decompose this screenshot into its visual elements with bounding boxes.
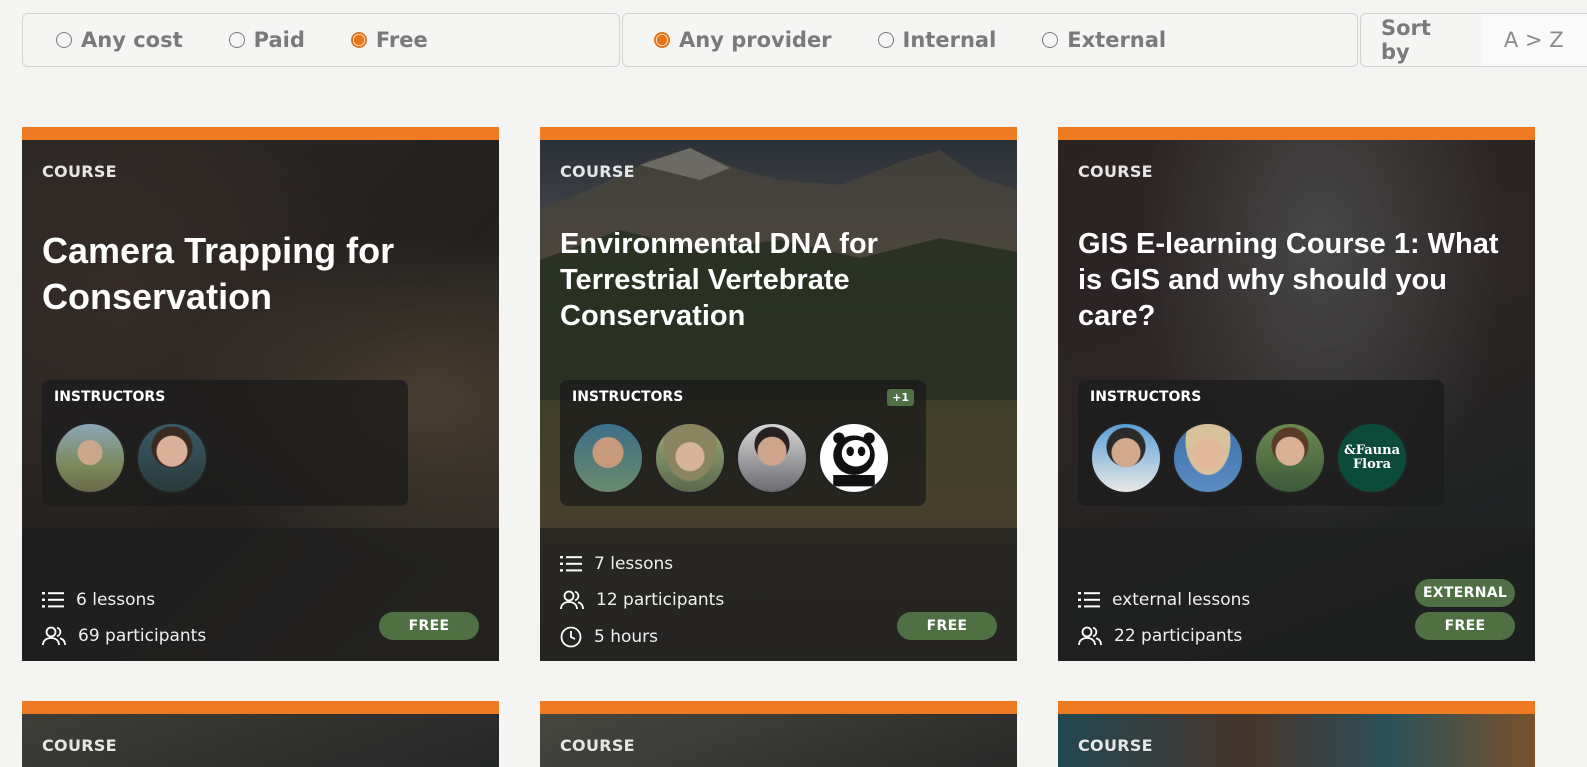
instructor-avatars: &Fauna Flora xyxy=(1090,422,1418,494)
participants-count: 12 participants xyxy=(560,590,724,610)
sort-label: Sort by xyxy=(1381,16,1431,64)
card-title[interactable]: GIS E-learning Course 1: What is GIS and… xyxy=(1078,226,1515,334)
more-instructors-badge[interactable]: +1 xyxy=(887,389,914,406)
option-label: Any cost xyxy=(81,28,183,52)
course-card[interactable]: COURSE GIS E-learning Course 1: What is … xyxy=(1058,127,1535,661)
list-icon xyxy=(42,592,64,608)
instructors-label: INSTRUCTORS xyxy=(1090,389,1202,405)
avatar[interactable] xyxy=(736,422,808,494)
list-icon xyxy=(560,556,582,572)
provider-filter-group: Any provider Internal External xyxy=(622,13,1358,67)
free-badge: FREE xyxy=(1415,612,1515,640)
radio-unchecked-icon[interactable] xyxy=(1042,32,1059,48)
instructors-panel: INSTRUCTORS &Fauna Flora xyxy=(1078,380,1444,506)
cost-filter-group: Any cost Paid Free xyxy=(22,13,620,67)
course-card[interactable]: COURSE xyxy=(540,701,1017,767)
lessons-text: external lessons xyxy=(1112,590,1251,610)
free-badge: FREE xyxy=(379,612,479,640)
option-label: Internal xyxy=(902,28,997,52)
lessons-text: 7 lessons xyxy=(594,554,674,574)
card-kind: COURSE xyxy=(1078,736,1153,755)
duration: 5 hours xyxy=(560,626,658,648)
instructors-panel: INSTRUCTORS +1 xyxy=(560,380,926,506)
filter-bar: Any cost Paid Free Any provider Internal… xyxy=(22,13,1587,67)
course-card[interactable]: COURSE Environmental DNA for Terrestrial… xyxy=(540,127,1017,661)
avatar[interactable] xyxy=(654,422,726,494)
sort-control[interactable]: Sort by A > Z xyxy=(1360,13,1587,67)
option-label: Free xyxy=(375,28,428,52)
course-card[interactable]: COURSE xyxy=(22,701,499,767)
cost-option-free[interactable]: Free xyxy=(350,28,428,52)
free-badge: FREE xyxy=(897,612,997,640)
participants-count: 22 participants xyxy=(1078,626,1242,646)
card-kind: COURSE xyxy=(1078,162,1153,181)
external-badge: EXTERNAL xyxy=(1415,579,1515,607)
avatar[interactable] xyxy=(1090,422,1162,494)
lessons-count: 7 lessons xyxy=(560,554,673,574)
instructor-avatars xyxy=(54,422,218,494)
option-label: Paid xyxy=(253,28,305,52)
avatar[interactable] xyxy=(1254,422,1326,494)
course-card[interactable]: COURSE xyxy=(1058,701,1535,767)
course-card[interactable]: COURSE Camera Trapping for Conservation … xyxy=(22,127,499,661)
avatar[interactable] xyxy=(572,422,644,494)
sort-select[interactable]: A > Z xyxy=(1481,14,1587,66)
cost-option-paid[interactable]: Paid xyxy=(228,28,305,52)
radio-checked-icon[interactable] xyxy=(654,32,670,48)
participants-text: 22 participants xyxy=(1114,626,1243,646)
lessons-text: 6 lessons xyxy=(76,590,156,610)
provider-option-any[interactable]: Any provider xyxy=(654,28,832,52)
instructors-label: INSTRUCTORS xyxy=(54,389,166,405)
card-kind: COURSE xyxy=(42,162,117,181)
users-icon xyxy=(1078,626,1102,646)
radio-unchecked-icon[interactable] xyxy=(56,32,72,48)
duration-text: 5 hours xyxy=(594,627,659,647)
card-title[interactable]: Camera Trapping for Conservation xyxy=(42,228,479,320)
cost-option-any[interactable]: Any cost xyxy=(56,28,183,52)
provider-option-external[interactable]: External xyxy=(1042,28,1166,52)
card-kind: COURSE xyxy=(42,736,117,755)
participants-count: 69 participants xyxy=(42,626,206,646)
list-icon xyxy=(1078,592,1100,608)
fauna-flora-logo-avatar[interactable]: &Fauna Flora xyxy=(1336,422,1408,494)
card-kind: COURSE xyxy=(560,162,635,181)
avatar[interactable] xyxy=(1172,422,1244,494)
users-icon xyxy=(42,626,66,646)
instructor-avatars xyxy=(572,422,900,494)
users-icon xyxy=(560,590,584,610)
clock-icon xyxy=(560,626,582,648)
wwf-logo-avatar[interactable] xyxy=(818,422,890,494)
card-kind: COURSE xyxy=(560,736,635,755)
logo-text: &Fauna xyxy=(1343,443,1400,458)
radio-checked-icon[interactable] xyxy=(350,32,367,48)
participants-text: 69 participants xyxy=(78,626,207,646)
card-title[interactable]: Environmental DNA for Terrestrial Verteb… xyxy=(560,226,997,334)
instructors-label: INSTRUCTORS xyxy=(572,389,684,405)
option-label: External xyxy=(1067,28,1167,52)
option-label: Any provider xyxy=(679,28,832,52)
provider-option-internal[interactable]: Internal xyxy=(877,28,997,52)
panda-icon xyxy=(833,432,875,487)
avatar[interactable] xyxy=(136,422,208,494)
instructors-panel: INSTRUCTORS xyxy=(42,380,408,506)
avatar[interactable] xyxy=(54,422,126,494)
logo-text: Flora xyxy=(1352,457,1392,472)
radio-unchecked-icon[interactable] xyxy=(877,32,894,48)
lessons-count: external lessons xyxy=(1078,590,1250,610)
lessons-count: 6 lessons xyxy=(42,590,155,610)
participants-text: 12 participants xyxy=(596,590,725,610)
radio-unchecked-icon[interactable] xyxy=(228,32,245,48)
